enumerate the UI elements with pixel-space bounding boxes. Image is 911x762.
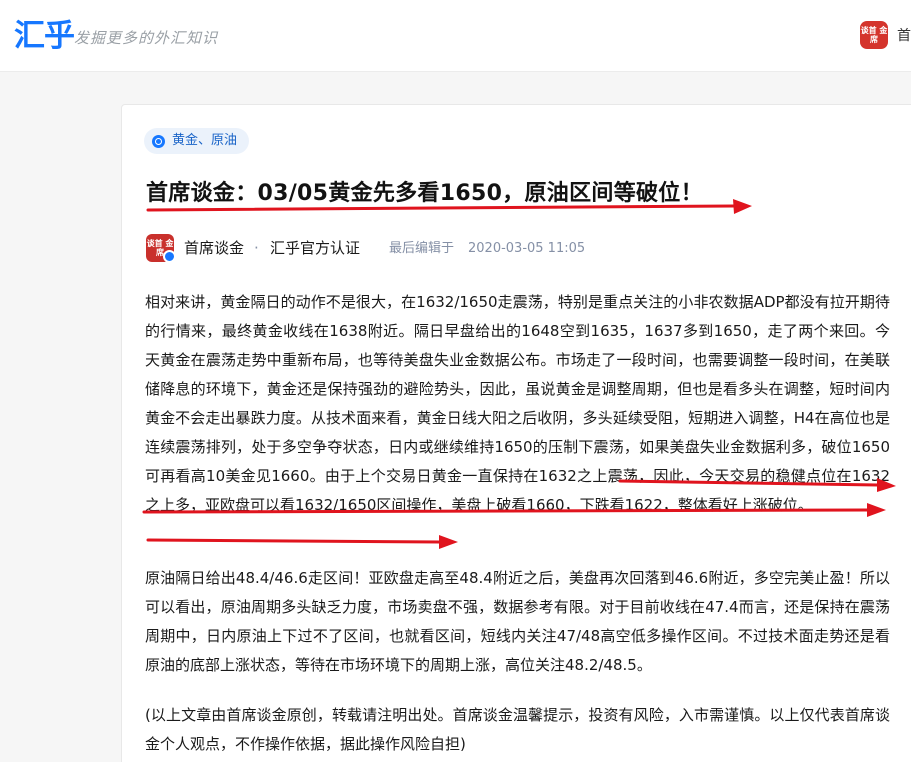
article-paragraph-oil: 原油隔日给出48.4/46.6走区间！亚欧盘走高至48.4附近之后，美盘再次回落… xyxy=(145,569,890,674)
author-row: 谈首 金席 首席谈金 · 汇乎官方认证 最后编辑于 2020-03-05 11:… xyxy=(146,234,646,264)
author-separator: · xyxy=(254,239,259,257)
site-logo[interactable]: 汇乎 xyxy=(14,17,75,55)
avatar-text: 谈首 金席 xyxy=(860,26,888,44)
top-bar: 汇乎 发掘更多的外汇知识 谈首 金席 首 xyxy=(0,0,911,72)
search-icon xyxy=(152,134,165,148)
edit-time: 2020-03-05 11:05 xyxy=(468,241,586,256)
article-paragraph-disclaimer: (以上文章由首席谈金原创，转载请注明出处。首席谈金温馨提示，投资有风险，入市需谨… xyxy=(145,706,890,753)
user-avatar[interactable]: 谈首 金席 xyxy=(860,21,888,49)
topic-tag[interactable]: 黄金、原油 xyxy=(144,128,250,154)
edit-label: 最后编辑于 xyxy=(389,241,455,256)
author-certification: 汇乎官方认证 xyxy=(270,239,361,257)
verified-badge-icon xyxy=(163,250,176,263)
site-slogan: 发掘更多的外汇知识 xyxy=(74,29,219,47)
nav-home-link[interactable]: 首 xyxy=(897,26,911,46)
article-title: 首席谈金：03/05黄金先多看1650，原油区间等破位！ xyxy=(146,181,703,206)
article-paragraph-gold: 相对来讲，黄金隔日的动作不是很大，在1632/1650走震荡，特别是重点关注的小… xyxy=(145,293,890,514)
topic-tag-label: 黄金、原油 xyxy=(172,133,238,148)
author-name[interactable]: 首席谈金 xyxy=(184,238,244,258)
